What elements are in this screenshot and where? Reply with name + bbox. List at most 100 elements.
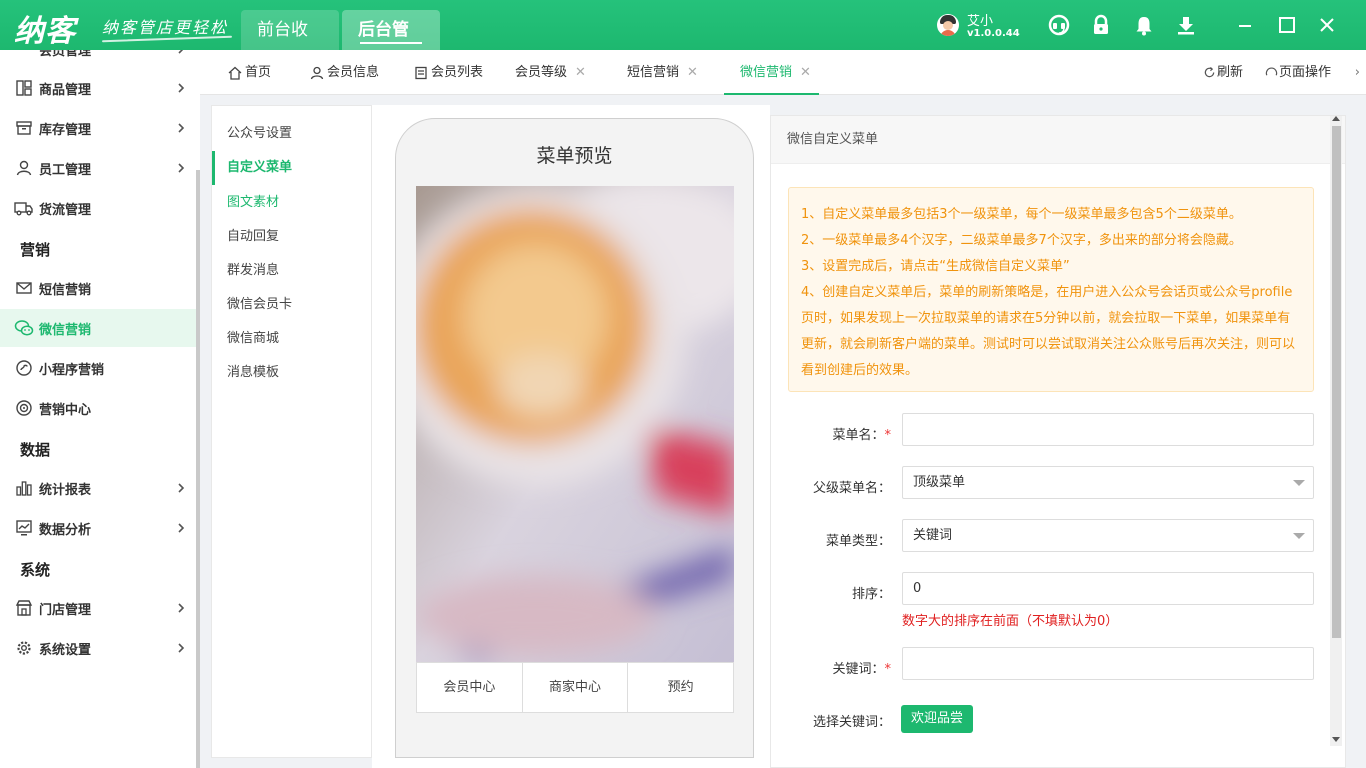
sidebar-item-member[interactable]: 会员管理 — [0, 50, 196, 68]
preview-menu-item[interactable]: 商家中心 — [523, 663, 629, 712]
bar-chart-icon — [14, 478, 34, 498]
sidebar-item-stock[interactable]: 库存管理 — [0, 109, 196, 147]
chevron-down-icon — [1293, 480, 1305, 486]
menu-name-input[interactable] — [902, 413, 1314, 446]
scroll-up-icon[interactable] — [1332, 116, 1340, 121]
top-tab-backend[interactable]: 后台管理 — [342, 10, 440, 80]
submenu-wechat-mall[interactable]: 微信商城 — [212, 322, 372, 356]
preview-menu-item[interactable]: 会员中心 — [417, 663, 523, 712]
refresh-icon — [1204, 66, 1215, 78]
goods-icon — [14, 78, 34, 98]
sidebar-item-sms-marketing[interactable]: 短信营销 — [0, 269, 196, 307]
user-name: 艾小 — [967, 14, 994, 29]
menu-name-label-text: 菜单名： — [832, 428, 885, 443]
preview-menu-item[interactable]: 预约 — [628, 663, 733, 712]
gear-icon — [14, 638, 34, 658]
required-mark: * — [884, 428, 892, 443]
close-icon[interactable] — [1316, 14, 1338, 36]
chevron-down-icon — [1293, 533, 1305, 539]
active-tab-underline — [360, 42, 422, 44]
sidebar-item-wechat-marketing[interactable]: 微信营销 — [0, 309, 196, 347]
submenu-custom-menu[interactable]: 自定义菜单 — [212, 151, 372, 185]
sidebar-item-reports[interactable]: 统计报表 — [0, 469, 196, 507]
bell-icon[interactable] — [1133, 14, 1155, 36]
sidebar-item-label: 门店管理 — [39, 602, 92, 618]
tab-sms-marketing[interactable]: 短信营销 ✕ — [627, 50, 698, 95]
app-logo: 纳客 — [14, 14, 76, 49]
top-tab-cashier[interactable]: 前台收银 — [241, 10, 339, 80]
parent-menu-select[interactable]: 顶级菜单 — [902, 466, 1314, 499]
content-scrollbar[interactable] — [1330, 116, 1342, 746]
tab-close-icon[interactable]: ✕ — [687, 50, 698, 95]
tab-scroll-next-icon[interactable]: › — [1355, 65, 1360, 80]
sidebar-item-marketing-center[interactable]: 营销中心 — [0, 389, 196, 427]
chevron-right-icon — [178, 163, 185, 173]
keyword-label-text: 关键词： — [832, 662, 885, 677]
sidebar: 会员管理 商品管理 库存管理 员工管理 货流管理 营销 短信营销 微信营销 小程… — [0, 50, 200, 768]
submenu-article-material[interactable]: 图文素材 — [212, 186, 372, 220]
keyword-label: 关键词：* — [771, 658, 891, 677]
keyword-input[interactable] — [902, 647, 1314, 680]
tab-member-level[interactable]: 会员等级 ✕ — [515, 50, 586, 95]
submenu-member-card[interactable]: 微信会员卡 — [212, 288, 372, 322]
maximize-icon[interactable] — [1276, 14, 1298, 36]
keyword-tag-button[interactable]: 欢迎品尝 — [901, 705, 973, 733]
submenu-auto-reply[interactable]: 自动回复 — [212, 220, 372, 254]
app-slogan: 纳客管店更轻松 — [102, 18, 229, 37]
order-label: 排序： — [851, 587, 891, 602]
sidebar-item-store[interactable]: 门店管理 — [0, 589, 196, 627]
required-mark: * — [884, 662, 892, 677]
submenu-message-template[interactable]: 消息模板 — [212, 356, 372, 390]
tab-close-icon[interactable]: ✕ — [575, 50, 586, 95]
content-area: 公众号设置 自定义菜单 图文素材 自动回复 群发消息 微信会员卡 微信商城 消息… — [200, 95, 1366, 768]
tab-home[interactable]: 首页 — [228, 50, 271, 95]
headset-icon[interactable] — [1048, 14, 1070, 36]
page-ops-button[interactable]: 页面操作 — [1265, 50, 1331, 95]
sidebar-item-label: 商品管理 — [39, 82, 92, 98]
tab-label: 会员等级 — [515, 65, 568, 80]
submenu-mass-message[interactable]: 群发消息 — [212, 254, 372, 288]
miniprogram-icon — [14, 358, 34, 378]
order-input[interactable]: 0 — [902, 572, 1314, 605]
download-icon[interactable] — [1175, 14, 1197, 36]
sidebar-item-label: 营销中心 — [39, 402, 92, 418]
sidebar-item-label: 数据分析 — [39, 522, 92, 538]
minimize-icon[interactable] — [1234, 14, 1256, 36]
sidebar-item-analysis[interactable]: 数据分析 — [0, 509, 196, 547]
preview-menu-bar: 会员中心 商家中心 预约 — [416, 662, 734, 713]
sidebar-item-label: 会员管理 — [39, 50, 92, 59]
tab-member-list[interactable]: 会员列表 — [414, 50, 483, 95]
refresh-button[interactable]: 刷新 — [1203, 50, 1243, 95]
tab-close-icon[interactable]: ✕ — [800, 50, 811, 95]
scroll-down-icon[interactable] — [1332, 737, 1340, 742]
lock-icon[interactable] — [1090, 14, 1112, 36]
list-icon — [415, 66, 427, 79]
sidebar-item-label: 小程序营销 — [39, 362, 105, 378]
sidebar-item-miniprogram[interactable]: 小程序营销 — [0, 349, 196, 387]
sidebar-item-goods[interactable]: 商品管理 — [0, 69, 196, 107]
sidebar-item-label: 货流管理 — [39, 202, 92, 218]
target-icon — [14, 398, 34, 418]
tab-member-info[interactable]: 会员信息 — [310, 50, 379, 95]
custom-menu-form: 微信自定义菜单 1、自定义菜单最多包括3个一级菜单，每个一级菜单最多包含5个二级… — [770, 115, 1346, 768]
tab-label: 会员信息 — [327, 65, 380, 80]
sidebar-item-settings[interactable]: 系统设置 — [0, 629, 196, 667]
app-version: v1.0.0.44 — [967, 28, 1020, 39]
choose-keyword-label: 选择关键词： — [812, 715, 891, 730]
tab-label: 会员列表 — [431, 65, 484, 80]
store-icon — [14, 598, 34, 618]
parent-menu-label: 父级菜单名： — [812, 481, 891, 496]
circle-icon — [1265, 67, 1278, 76]
menu-type-value: 关键词 — [913, 528, 953, 543]
preview-image — [416, 186, 734, 662]
menu-type-label: 菜单类型： — [825, 534, 891, 549]
sidebar-item-staff[interactable]: 员工管理 — [0, 149, 196, 187]
notice-box: 1、自定义菜单最多包括3个一级菜单，每个一级菜单最多包含5个二级菜单。 2、一级… — [788, 187, 1314, 392]
menu-type-select[interactable]: 关键词 — [902, 519, 1314, 552]
submenu-official-account[interactable]: 公众号设置 — [212, 117, 372, 151]
tab-wechat-marketing[interactable]: 微信营销 ✕ — [724, 50, 819, 95]
chevron-right-icon — [178, 123, 185, 133]
wechat-icon — [14, 318, 34, 338]
scroll-thumb[interactable] — [1332, 126, 1341, 638]
sidebar-item-logistics[interactable]: 货流管理 — [0, 189, 196, 227]
